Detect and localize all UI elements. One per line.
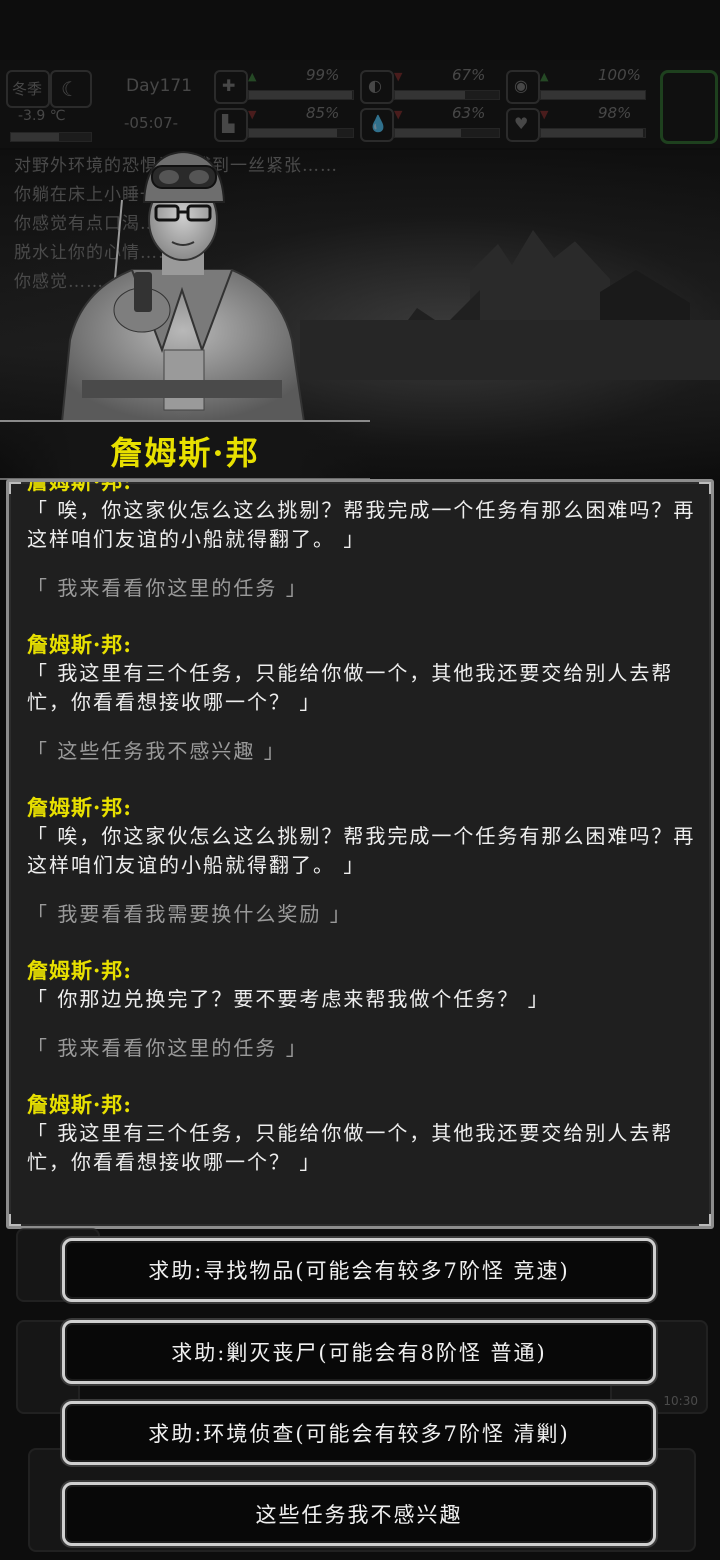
player-reply: 「 我要看看我需要换什么奖励 」 [27, 902, 352, 926]
moon-icon: ☾ [50, 70, 92, 108]
stat-value: 99% [306, 66, 340, 84]
stat-value: 63% [452, 104, 486, 122]
stomach-icon: ◐ [360, 70, 394, 104]
trend-down-icon: ▼ [540, 108, 549, 121]
temperature-label: -3.9 ℃ [18, 108, 66, 124]
dialog-entry: 詹姆斯·邦: 「 我这里有三个任务，只能给你做一个，其他我还要交给别人去帮忙，你… [27, 1091, 697, 1177]
stat-value: 67% [452, 66, 486, 84]
choice-find-items-button[interactable]: 求助:寻找物品(可能会有较多7阶怪 竞速) [62, 1238, 656, 1302]
heart-icon: ♥ [506, 108, 540, 142]
panel-corner [699, 482, 711, 494]
dialog-entry: 詹姆斯·邦: 「 唉，你这家伙怎么这么挑剔？帮我完成一个任务有那么困难吗？再这样… [27, 794, 697, 880]
stat-bar [540, 90, 646, 100]
stat-value: 100% [598, 66, 641, 84]
panel-corner [9, 1214, 21, 1226]
npc-line: 「 我这里有三个任务，只能给你做一个，其他我还要交给别人去帮忙，你看看想接收哪一… [27, 661, 674, 714]
game-clock: -05:07- [124, 114, 179, 132]
choice-decline-button[interactable]: 这些任务我不感兴趣 [62, 1482, 656, 1546]
choice-eliminate-zombies-button[interactable]: 求助:剿灭丧尸(可能会有8阶怪 普通) [62, 1320, 656, 1384]
dialog-entry: 詹姆斯·邦: 「 我这里有三个任务，只能给你做一个，其他我还要交给别人去帮忙，你… [27, 631, 697, 717]
dialog-panel[interactable]: 詹姆斯·邦: 「 唉，你这家伙怎么这么挑剔？帮我完成一个任务有那么困难吗？再这样… [6, 479, 714, 1229]
trend-up-icon: ▲ [540, 70, 549, 83]
stat-value: 98% [598, 104, 632, 122]
brain-icon: ◉ [506, 70, 540, 104]
speaker-name: 詹姆斯·邦: [27, 958, 133, 983]
npc-line: 「 你那边兑换完了？要不要考虑来帮我做个任务？ 」 [27, 987, 550, 1011]
dialog-entry: 詹姆斯·邦: 「 你那边兑换完了？要不要考虑来帮我做个任务？ 」 [27, 957, 697, 1014]
dialog-scroll[interactable]: 詹姆斯·邦: 「 唉，你这家伙怎么这么挑剔？帮我完成一个任务有那么困难吗？再这样… [27, 479, 697, 1197]
water-drop-icon: 💧 [360, 108, 394, 142]
panel-corner [699, 1214, 711, 1226]
speaker-name: 詹姆斯·邦: [27, 1092, 133, 1117]
dialog-entry: 詹姆斯·邦: 「 唉，你这家伙怎么这么挑剔？帮我完成一个任务有那么困难吗？再这样… [27, 479, 697, 554]
stat-value: 85% [306, 104, 340, 122]
equipment-slot[interactable] [660, 70, 718, 144]
npc-portrait [60, 150, 306, 422]
status-hud: 冬季 ☾ -3.9 ℃ Day171 -05:07- ✚ ▲ 99% ◐ ▼ 67% ◉ ▲ 1… [0, 60, 720, 148]
speaker-name: 詹姆斯·邦: [27, 795, 133, 820]
trend-down-icon: ▼ [394, 70, 403, 83]
panel-corner [9, 482, 21, 494]
stat-bar [248, 90, 354, 100]
npc-line: 「 唉，你这家伙怎么这么挑剔？帮我完成一个任务有那么困难吗？再这样咱们友谊的小船… [27, 824, 696, 877]
stat-bar [394, 128, 500, 138]
stat-bar [394, 90, 500, 100]
trend-down-icon: ▼ [248, 108, 257, 121]
bottom-clock: 10:30 [663, 1394, 698, 1408]
stat-bar [540, 128, 646, 138]
day-counter: Day171 [126, 76, 193, 96]
speaker-name: 詹姆斯·邦: [27, 479, 133, 494]
npc-name: 詹姆斯·邦 [110, 434, 260, 472]
npc-name-banner: 詹姆斯·邦 [0, 420, 370, 480]
boot-icon: ▙ [214, 108, 248, 142]
season-badge: 冬季 [6, 70, 50, 108]
medkit-icon: ✚ [214, 70, 248, 104]
trend-up-icon: ▲ [248, 70, 257, 83]
speaker-name: 詹姆斯·邦: [27, 632, 133, 657]
player-reply: 「 这些任务我不感兴趣 」 [27, 739, 286, 763]
npc-line: 「 唉，你这家伙怎么这么挑剔？帮我完成一个任务有那么困难吗？再这样咱们友谊的小船… [27, 498, 696, 551]
player-reply: 「 我来看看你这里的任务 」 [27, 1036, 308, 1060]
player-reply: 「 我来看看你这里的任务 」 [27, 576, 308, 600]
choice-recon-button[interactable]: 求助:环境侦查(可能会有较多7阶怪 清剿) [62, 1401, 656, 1465]
trend-down-icon: ▼ [394, 108, 403, 121]
npc-line: 「 我这里有三个任务，只能给你做一个，其他我还要交给别人去帮忙，你看看想接收哪一… [27, 1121, 674, 1174]
season-label: 冬季 [12, 80, 43, 98]
stat-bar [248, 128, 354, 138]
